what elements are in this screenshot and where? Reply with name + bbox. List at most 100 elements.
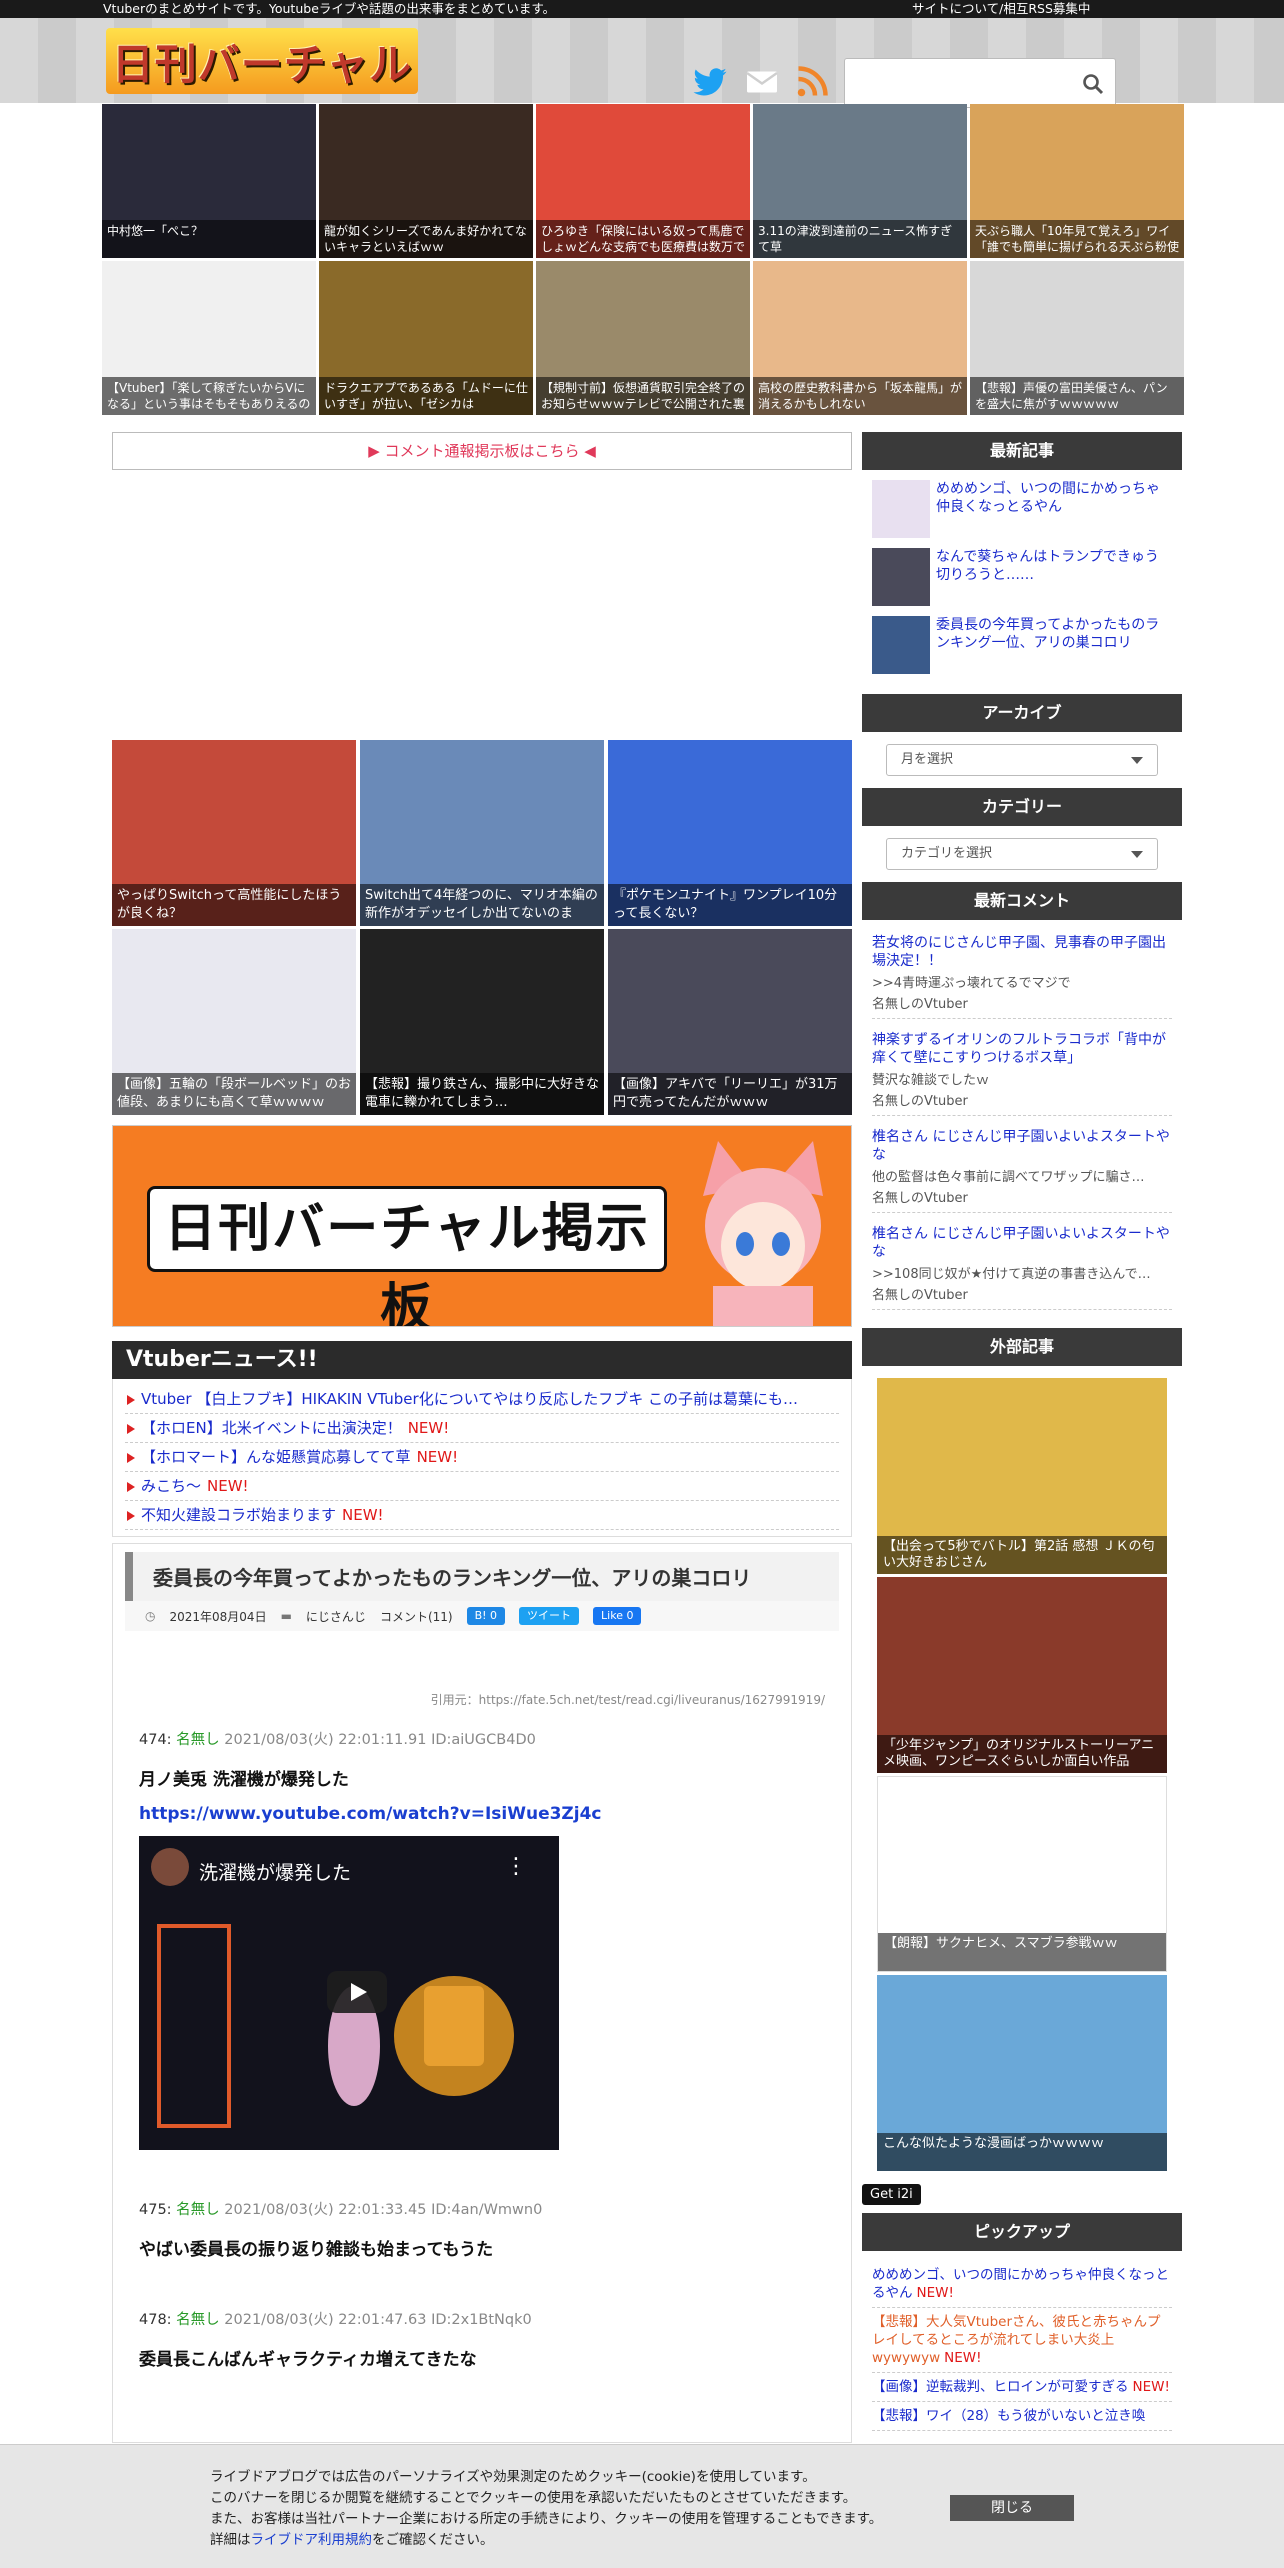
- pickup-item[interactable]: めめめンゴ、いつの間にかめっちゃ仲良くなっとるやん NEW!: [872, 2261, 1172, 2308]
- pickup-title: ピックアップ: [862, 2213, 1182, 2251]
- recent-post-thumbnail[interactable]: [872, 480, 930, 538]
- hatena-bookmark-button[interactable]: B! 0: [466, 1607, 506, 1625]
- recent-comment-text[interactable]: >>4青時運ぷっ壊れてるでマジで: [872, 972, 1172, 991]
- top-article-tile[interactable]: 【規制寸前】仮想通貨取引完全終了のお知らせｗｗｗテレビで公開された裏: [536, 261, 750, 415]
- recent-post-title[interactable]: めめめンゴ、いつの間にかめっちゃ仲良くなっとるやん: [936, 480, 1172, 538]
- news-item[interactable]: 【ホロEN】北米イベントに出演決定！ NEW!: [125, 1414, 839, 1443]
- cookie-banner: ライブドアブログでは広告のパーソナライズや効果測定のためクッキー(cookie)…: [0, 2444, 1284, 2568]
- response-number: 478:: [139, 2312, 172, 2328]
- top-article-tile[interactable]: 天ぷら職人「10年見て覚えろ」ワイ「誰でも簡単に揚げられる天ぷら粉使: [970, 104, 1184, 258]
- site-logo[interactable]: 日刊バーチャル: [106, 28, 418, 94]
- top-article-tile[interactable]: ドラクエアプであるある「ムドーに仕いすぎ」が拉い、「ゼシカは: [319, 261, 533, 415]
- new-badge: NEW!: [407, 1419, 450, 1437]
- article-title[interactable]: 委員長の今年買ってよかったものランキング一位、アリの巣コロリ: [125, 1552, 839, 1601]
- archive-title: アーカイブ: [862, 694, 1182, 732]
- external-article-tile[interactable]: 【出会って5秒でバトル】第2話 感想 ＪＫの匂い大好きおじさん: [877, 1378, 1167, 1574]
- article-comments-link[interactable]: コメント(11): [380, 1608, 453, 1625]
- more-options-icon[interactable]: ⋮: [505, 1854, 527, 1879]
- external-article-tile[interactable]: 「少年ジャンプ」のオリジナルストーリーアニメ映画、ワンピースぐらいしか面白い作品: [877, 1577, 1167, 1773]
- bbs-banner-text: 日刊バーチャル掲示板: [147, 1186, 667, 1326]
- news-item-text: 【ホロEN】北米イベントに出演決定！: [141, 1419, 402, 1437]
- video-title[interactable]: 洗濯機が爆発した: [199, 1858, 351, 1885]
- channel-avatar[interactable]: [151, 1848, 189, 1886]
- recent-comment-article-link[interactable]: 椎名さん にじさんじ甲子園いよいよスタートやな: [872, 1225, 1172, 1261]
- recent-comment-text[interactable]: 他の監督は色々事前に調べてワザップに騙さ…: [872, 1166, 1172, 1185]
- mid-article-tile[interactable]: やっぱりSwitchって高性能にしたほうが良くね？: [112, 740, 356, 926]
- site-search[interactable]: [844, 58, 1116, 108]
- recent-posts-list: めめめンゴ、いつの間にかめっちゃ仲良くなっとるやん なんで葵ちゃんはトランプできゅ…: [862, 470, 1182, 694]
- rss-icon[interactable]: [794, 64, 830, 100]
- recent-post-item[interactable]: なんで葵ちゃんはトランプできゅう切りろうと……: [872, 548, 1172, 606]
- news-item[interactable]: Vtuber 【白上フブキ】HIKAKIN VTuber化についてやはり反応した…: [125, 1385, 839, 1414]
- top-article-tile[interactable]: ひろゆき「保険にはいる奴って馬鹿でしょｗどんな支病でも医療費は数万で: [536, 104, 750, 258]
- cookie-text-post: をご確認ください。: [372, 2532, 494, 2548]
- sidebar: 最新記事 めめめンゴ、いつの間にかめっちゃ仲良くなっとるやん なんで葵ちゃんはトラ…: [862, 432, 1182, 2441]
- top-article-tile[interactable]: 中村悠一「ぺこ？: [102, 104, 316, 258]
- tile-caption: 【悲報】撮り鉄さん、撮影中に大好きな電車に轢かれてしまう…: [360, 1073, 604, 1115]
- recent-comment-article-link[interactable]: 椎名さん にじさんじ甲子園いよいよスタートやな: [872, 1128, 1172, 1164]
- external-article-caption: こんな似たような漫画ばっかｗｗｗｗ: [877, 2133, 1167, 2171]
- youtube-link[interactable]: https://www.youtube.com/watch?v=IsiWue3Z…: [139, 1804, 825, 1824]
- mid-article-tile[interactable]: Switch出て4年経つのに、マリオ本編の新作がオデッセイしか出てないのま: [360, 740, 604, 926]
- pickup-item-text: 【悲報】ワイ（28）もう彼がいないと泣き喚: [872, 2408, 1146, 2424]
- recent-post-item[interactable]: 委員長の今年買ってよかったものランキング一位、アリの巣コロリ: [872, 616, 1172, 674]
- recent-post-thumbnail[interactable]: [872, 548, 930, 606]
- cookie-line: ライブドアブログでは広告のパーソナライズや効果測定のためクッキー(cookie)…: [210, 2469, 816, 2485]
- top-article-tile[interactable]: 高校の歴史教科書から「坂本龍馬」が消えるかもしれない: [753, 261, 967, 415]
- pickup-item-text: 【画像】逆転裁判、ヒロインが可愛すぎる: [872, 2379, 1129, 2395]
- top-article-tile[interactable]: 【Vtuber】「楽して稼ぎたいからVになる」という事はそもそもありえるの: [102, 261, 316, 415]
- about-rss-link[interactable]: サイトについて/相互RSS募集中: [912, 0, 1090, 18]
- twitter-icon[interactable]: [692, 64, 728, 100]
- recent-comment-article-link[interactable]: 若女将のにじさんじ甲子園、見事春の甲子園出場決定！！: [872, 934, 1172, 970]
- pickup-item[interactable]: 【悲報】大人気Vtuberさん、彼氏と赤ちゃんプレイしてるところが流れてしまい大…: [872, 2308, 1172, 2373]
- external-articles-list: 【出会って5秒でバトル】第2話 感想 ＪＫの匂い大好きおじさん 「少年ジャンプ」の…: [862, 1366, 1182, 2171]
- mail-icon[interactable]: [744, 64, 780, 100]
- bbs-banner[interactable]: 日刊バーチャル掲示板: [112, 1125, 852, 1327]
- mid-article-tile[interactable]: 【画像】アキバで「リーリエ」が31万円で売ってたんだがｗｗｗ: [608, 929, 852, 1115]
- mid-article-tile[interactable]: 【悲報】撮り鉄さん、撮影中に大好きな電車に轢かれてしまう…: [360, 929, 604, 1115]
- recent-comment-item: 椎名さん にじさんじ甲子園いよいよスタートやな >>108同じ奴が★付けて真逆の事…: [872, 1221, 1172, 1310]
- recent-post-item[interactable]: めめめンゴ、いつの間にかめっちゃ仲良くなっとるやん: [872, 480, 1172, 538]
- search-icon[interactable]: [1081, 72, 1105, 96]
- youtube-embed[interactable]: 洗濯機が爆発した ⋮: [139, 1836, 559, 2150]
- pickup-item[interactable]: 【画像】逆転裁判、ヒロインが可愛すぎる NEW!: [872, 2373, 1172, 2402]
- play-button[interactable]: [327, 1971, 387, 2013]
- search-input[interactable]: [845, 59, 1065, 107]
- news-item[interactable]: みこち～ NEW!: [125, 1472, 839, 1501]
- news-item[interactable]: 不知火建設コラボ始まります NEW!: [125, 1501, 839, 1530]
- facebook-like-button[interactable]: Like 0: [593, 1607, 642, 1625]
- top-article-tile[interactable]: 3.11の津波到達前のニュース怖すぎて草: [753, 104, 967, 258]
- recent-post-thumbnail[interactable]: [872, 616, 930, 674]
- pickup-item[interactable]: 【悲報】ワイ（28）もう彼がいないと泣き喚: [872, 2402, 1172, 2431]
- news-item[interactable]: 【ホロマート】んな姫懸賞応募してて草 NEW!: [125, 1443, 839, 1472]
- article-category-link[interactable]: にじさんじ: [306, 1608, 366, 1625]
- cookie-close-button[interactable]: 閉じる: [950, 2495, 1074, 2521]
- archive-select[interactable]: 月を選択: [886, 744, 1158, 776]
- external-article-tile[interactable]: 【朗報】サクナヒメ、スマブラ参戦ｗｗ: [877, 1776, 1167, 1972]
- recent-comment-text[interactable]: 賛沢な雑談でしたｗ: [872, 1069, 1172, 1088]
- top-article-tile[interactable]: 龍が如くシリーズであんま好かれてないキャラといえばｗｗ: [319, 104, 533, 258]
- main-column: ▶ コメント通報掲示板はこちら ◀ やっぱりSwitchって高性能にしたほうが良…: [112, 432, 852, 2443]
- category-select[interactable]: カテゴリを選択: [886, 838, 1158, 870]
- tile-caption: 『ポケモンユナイト』ワンプレイ10分って長くない？: [608, 884, 852, 926]
- tweet-button[interactable]: ツイート: [519, 1607, 580, 1625]
- mid-article-tile[interactable]: 『ポケモンユナイト』ワンプレイ10分って長くない？: [608, 740, 852, 926]
- top-article-tile[interactable]: 【悲報】声優の富田美優さん、パンを盛大に焦がすｗｗｗｗｗ: [970, 261, 1184, 415]
- recent-comment-author: 名無しのVtuber: [872, 1094, 968, 1109]
- recent-posts-title: 最新記事: [862, 432, 1182, 470]
- external-article-tile[interactable]: こんな似たような漫画ばっかｗｗｗｗ: [877, 1975, 1167, 2171]
- terms-link[interactable]: ライブドア利用規約: [251, 2532, 373, 2548]
- recent-comment-author: 名無しのVtuber: [872, 1288, 968, 1303]
- response-number: 475:: [139, 2202, 172, 2218]
- recent-post-title[interactable]: 委員長の今年買ってよかったものランキング一位、アリの巣コロリ: [936, 616, 1172, 674]
- response-name: 名無し: [176, 1732, 220, 1748]
- recent-comment-article-link[interactable]: 神楽すずるイオリンのフルトラコラボ「背中が痒くて壁にこすりつけるボス草」: [872, 1031, 1172, 1067]
- site-tagline: Vtuberのまとめサイトです。Youtubeライブや話題の出来事をまとめていま…: [103, 1, 556, 16]
- article-source[interactable]: 引用元：https://fate.5ch.net/test/read.cgi/l…: [125, 1691, 839, 1708]
- i2i-badge[interactable]: Get i2i: [862, 2184, 921, 2205]
- mid-article-tile[interactable]: 【画像】五輪の「段ボールベッド」のお値段、あまりにも高くて草ｗｗｗｗ: [112, 929, 356, 1115]
- comment-report-link[interactable]: ▶ コメント通報掲示板はこちら ◀: [112, 432, 852, 470]
- tile-caption: 【悲報】声優の富田美優さん、パンを盛大に焦がすｗｗｗｗｗ: [970, 377, 1184, 415]
- recent-comment-text[interactable]: >>108同じ奴が★付けて真逆の事書き込んで…: [872, 1263, 1172, 1282]
- recent-post-title[interactable]: なんで葵ちゃんはトランプできゅう切りろうと……: [936, 548, 1172, 606]
